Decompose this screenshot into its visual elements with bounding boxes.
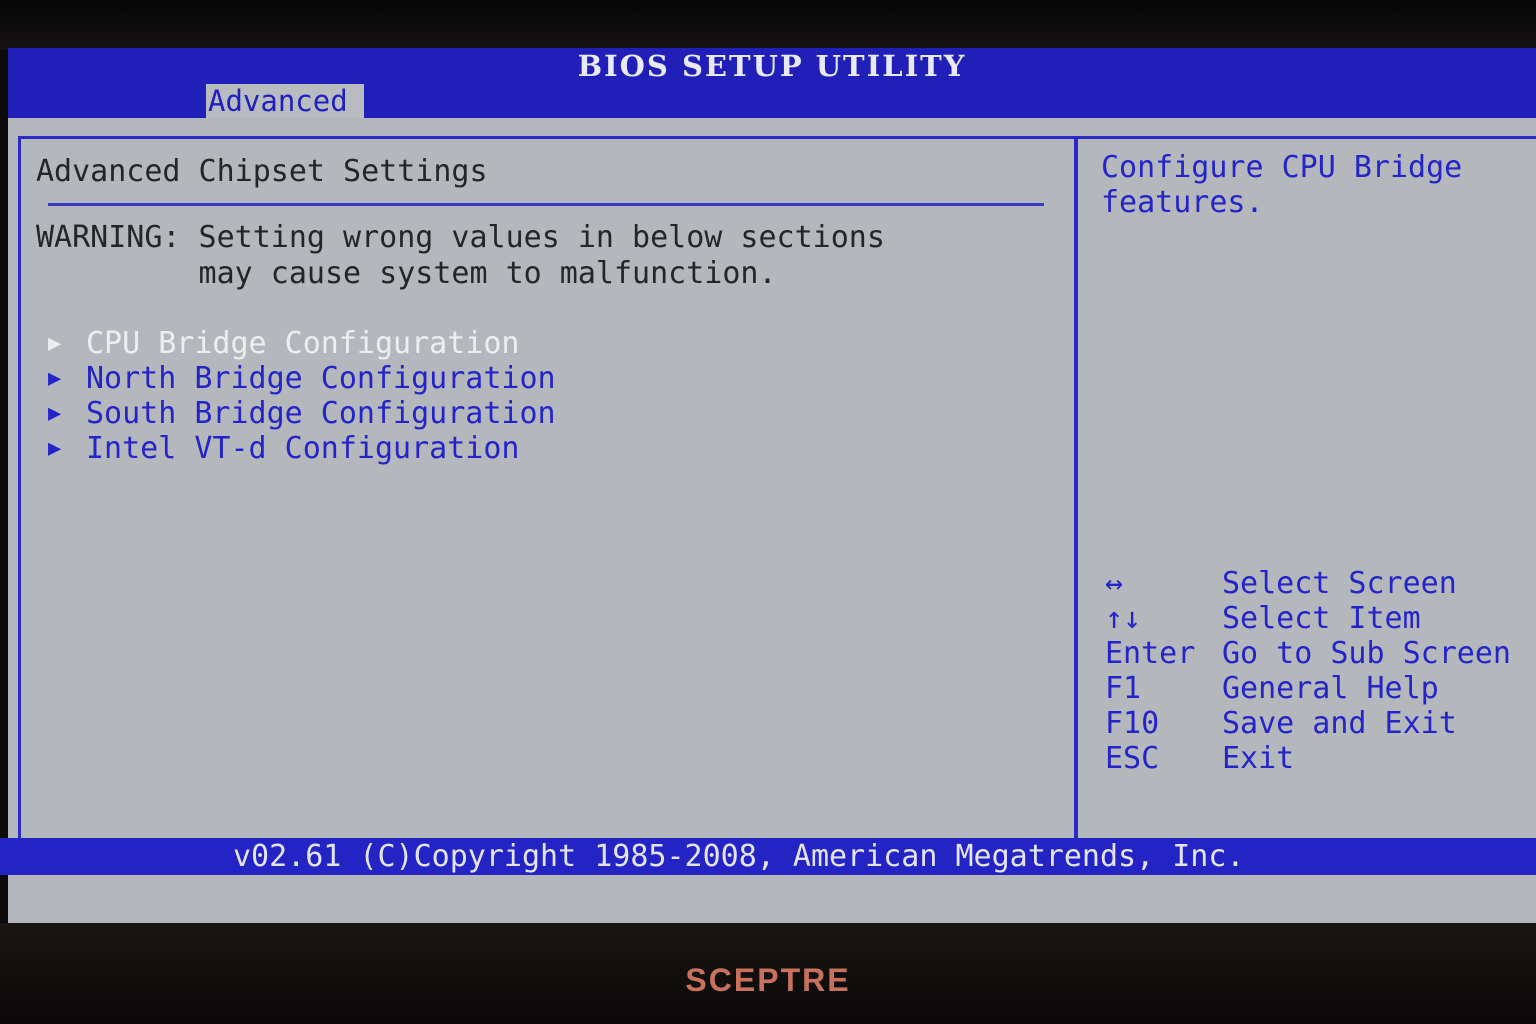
key-action: Save and Exit	[1222, 706, 1457, 741]
key-row-select-item: ↑↓ Select Item	[1105, 601, 1511, 636]
key-name: F10	[1105, 706, 1160, 741]
warning-line-2: may cause system to malfunction.	[36, 256, 777, 291]
help-text: Configure CPU Bridge features.	[1101, 150, 1531, 220]
key-row-esc: ESC Exit	[1105, 741, 1511, 776]
key-name: ESC	[1105, 741, 1160, 776]
bios-screen: BIOS SETUP UTILITY Advanced Advanced Chi…	[8, 48, 1536, 923]
triangle-right-icon: ▶	[48, 401, 62, 426]
key-row-enter: Enter Go to Sub Screen	[1105, 636, 1511, 671]
menu-item-label: North Bridge Configuration	[86, 361, 556, 396]
brand-logo: SCEPTRE	[685, 962, 851, 998]
triangle-right-icon: ▶	[48, 366, 62, 391]
submenu-list: ▶ CPU Bridge Configuration ▶ North Bridge …	[48, 326, 556, 466]
warning-text: WARNING: Setting wrong values in below s…	[36, 220, 885, 292]
key-row-f1: F1 General Help	[1105, 671, 1511, 706]
menu-item-north-bridge[interactable]: ▶ North Bridge Configuration	[48, 361, 556, 396]
menu-item-label: South Bridge Configuration	[86, 396, 556, 431]
key-action: Select Item	[1222, 601, 1421, 636]
key-action: Exit	[1222, 741, 1295, 776]
heading-divider	[48, 203, 1044, 206]
triangle-right-icon: ▶	[48, 436, 62, 461]
bios-title: BIOS SETUP UTILITY	[8, 48, 1536, 84]
menu-item-south-bridge[interactable]: ▶ South Bridge Configuration	[48, 396, 556, 431]
key-row-select-screen: ↔ Select Screen	[1105, 566, 1511, 601]
menu-item-cpu-bridge[interactable]: ▶ CPU Bridge Configuration	[48, 326, 556, 361]
key-action: Go to Sub Screen	[1222, 636, 1511, 671]
warning-line-1: WARNING: Setting wrong values in below s…	[36, 220, 885, 255]
monitor-bezel-top	[0, 0, 1536, 50]
key-action: Select Screen	[1222, 566, 1457, 601]
key-legend: ↔ Select Screen ↑↓ Select Item Enter Go to …	[1105, 566, 1511, 776]
page-title: Advanced Chipset Settings	[36, 154, 488, 189]
help-line-1: Configure CPU Bridge	[1101, 150, 1463, 185]
key-name: Enter	[1105, 636, 1196, 671]
triangle-right-icon: ▶	[48, 331, 62, 356]
key-name: F1	[1105, 671, 1142, 706]
menu-item-label: Intel VT-d Configuration	[86, 431, 520, 466]
copyright-footer: v02.61 (C)Copyright 1985-2008, American …	[0, 838, 1536, 875]
left-right-arrows-icon: ↔	[1105, 566, 1124, 601]
key-action: General Help	[1222, 671, 1439, 706]
menu-item-intel-vtd[interactable]: ▶ Intel VT-d Configuration	[48, 431, 556, 466]
up-down-arrows-icon: ↑↓	[1105, 601, 1142, 636]
menu-item-label: CPU Bridge Configuration	[86, 326, 520, 361]
tab-advanced[interactable]: Advanced	[206, 84, 364, 118]
help-line-2: features.	[1101, 185, 1264, 220]
copyright-text: v02.61 (C)Copyright 1985-2008, American …	[233, 839, 1245, 874]
tab-bar: Advanced	[8, 84, 1536, 118]
key-row-f10: F10 Save and Exit	[1105, 706, 1511, 741]
